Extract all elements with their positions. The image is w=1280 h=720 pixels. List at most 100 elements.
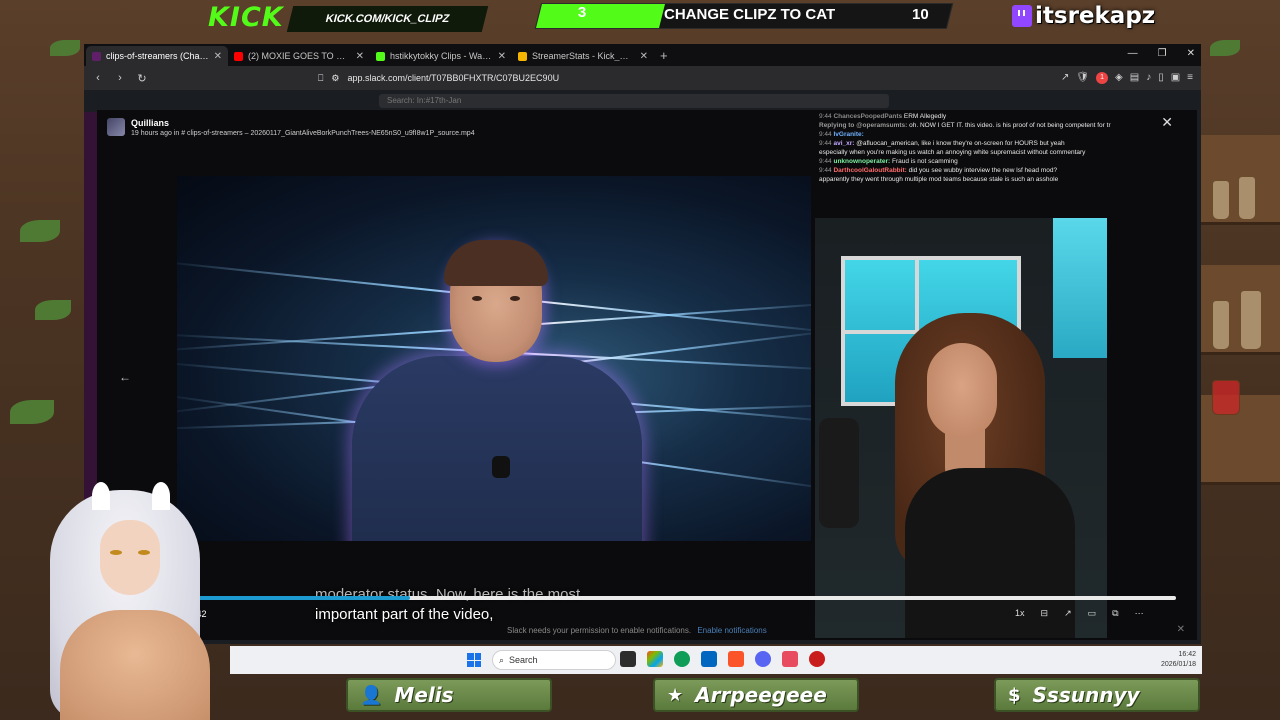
maximize-icon[interactable]: ❐ bbox=[1158, 48, 1167, 59]
discord-icon[interactable] bbox=[755, 651, 771, 667]
close-icon[interactable]: ✕ bbox=[498, 51, 506, 62]
video-progress-bar[interactable] bbox=[194, 596, 1176, 600]
wallet-icon[interactable]: ▣ bbox=[1171, 72, 1180, 84]
twitch-handle-text: itsrekapz bbox=[1035, 3, 1156, 29]
tab-label: StreamerStats - Kick_Clipz Stream Bo bbox=[532, 51, 635, 61]
bookmark-icon[interactable]: ⎕ bbox=[318, 73, 323, 84]
forward-icon[interactable]: › bbox=[114, 72, 126, 84]
app-icon[interactable] bbox=[782, 651, 798, 667]
share-icon[interactable]: ↗ bbox=[1061, 72, 1069, 84]
chat-text: oh. NOW I GET IT. this video. is his pro… bbox=[909, 122, 1111, 129]
copy-icon[interactable]: ⧉ bbox=[1112, 608, 1118, 619]
sub-goal-fill bbox=[536, 4, 665, 28]
kick-url-banner: KICK.COM/KICK_CLIPZ bbox=[286, 6, 489, 32]
reload-icon[interactable]: ↻ bbox=[136, 72, 148, 85]
plant-leaf bbox=[1210, 40, 1240, 56]
tab-strip: clips-of-streamers (Channel) - K ✕ (2) M… bbox=[84, 44, 1201, 66]
brave-shield-icon[interactable]: 🛡 bbox=[1076, 72, 1089, 84]
jar-decor bbox=[1212, 300, 1230, 350]
open-external-icon[interactable]: ↗ bbox=[1064, 608, 1072, 619]
tab-streamerstats[interactable]: StreamerStats - Kick_Clipz Stream Bo ✕ bbox=[512, 46, 654, 66]
clock-time: 16:42 bbox=[1178, 651, 1196, 658]
record-icon[interactable] bbox=[809, 651, 825, 667]
recent-donation-plate: $ Sssunnyy bbox=[994, 678, 1200, 712]
sub-goal-label: CHANGE CLIPZ TO CAT bbox=[664, 6, 836, 23]
close-icon[interactable]: ✕ bbox=[214, 51, 222, 62]
enable-notifications-link[interactable]: Enable notifications bbox=[697, 626, 766, 635]
kick-icon bbox=[376, 51, 385, 61]
cam-microphone bbox=[819, 418, 859, 528]
sidebar-icon[interactable]: ▯ bbox=[1158, 72, 1164, 84]
extension-icon[interactable]: ◈ bbox=[1115, 72, 1123, 84]
chat-message: especially when you're making us watch a… bbox=[819, 148, 1111, 157]
twitch-icon bbox=[1012, 5, 1032, 27]
task-view-icon[interactable] bbox=[620, 651, 636, 667]
chat-message: 9:44 ChancesPoopedPants ERM Allegedly bbox=[819, 112, 1111, 121]
tab-label: (2) MOXIE GOES TO WAR WITH ICE F bbox=[248, 51, 351, 61]
uploader-name[interactable]: Quillians bbox=[131, 118, 475, 128]
captions-icon[interactable]: ⊟ bbox=[1041, 608, 1049, 619]
close-icon[interactable]: ✕ bbox=[1177, 624, 1185, 635]
close-icon[interactable]: ✕ bbox=[356, 51, 364, 62]
chat-username[interactable]: ChancesPoopedPants bbox=[833, 113, 903, 120]
extension-icons: ↗ 🛡 1 ◈ ▤ ♪ ▯ ▣ ≡ bbox=[1061, 72, 1193, 84]
address-bar[interactable]: ⎕ ⚙ app.slack.com/client/T07BB0FHXTR/C07… bbox=[158, 69, 1051, 87]
back-icon[interactable]: ‹ bbox=[92, 72, 104, 84]
person-icon: 👤 bbox=[360, 684, 383, 706]
uploader-info: Quillians 19 hours ago in # clips-of-str… bbox=[107, 118, 475, 137]
edge-icon[interactable] bbox=[674, 651, 690, 667]
stats-icon bbox=[518, 51, 527, 61]
chat-username[interactable]: IvGranite: bbox=[833, 131, 863, 138]
close-icon[interactable]: ✕ bbox=[1161, 114, 1173, 131]
avatar-body bbox=[60, 610, 210, 720]
copilot-icon[interactable] bbox=[647, 651, 663, 667]
tab-slack[interactable]: clips-of-streamers (Channel) - K ✕ bbox=[86, 46, 228, 66]
chat-overlay: 9:44 ChancesPoopedPants ERM Allegedly Rep… bbox=[815, 110, 1115, 220]
windows-start-icon[interactable] bbox=[467, 653, 481, 667]
jar-decor bbox=[1240, 290, 1262, 350]
avatar-eye bbox=[110, 550, 122, 555]
more-icon[interactable]: ⋯ bbox=[1135, 608, 1144, 619]
chat-text: apparently they went through multiple mo… bbox=[819, 176, 1059, 183]
avatar[interactable] bbox=[107, 118, 125, 136]
chat-time: 9:44 bbox=[819, 131, 834, 138]
webcam-feed bbox=[815, 218, 1107, 638]
url-text[interactable]: app.slack.com/client/T07BB0FHXTR/C07BU2E… bbox=[347, 73, 559, 83]
taskbar-search-label: Search bbox=[509, 655, 538, 665]
menu-icon[interactable]: ≡ bbox=[1187, 72, 1193, 84]
close-icon[interactable]: ✕ bbox=[640, 51, 648, 62]
chat-username[interactable]: DarthcoolGaloutRabbit: bbox=[833, 167, 908, 174]
tab-youtube[interactable]: (2) MOXIE GOES TO WAR WITH ICE F ✕ bbox=[228, 46, 370, 66]
speed-button[interactable]: 1x bbox=[1015, 608, 1025, 619]
brave-icon[interactable] bbox=[728, 651, 744, 667]
tab-kick[interactable]: hstikkytokky Clips - Watch Live on K ✕ bbox=[370, 46, 512, 66]
subtitle-line: important part of the video, bbox=[315, 606, 494, 623]
taskbar-search[interactable]: ⌕ Search bbox=[492, 650, 616, 670]
cam-background-light bbox=[1053, 218, 1107, 358]
chat-message: 9:44 unknownoperater: Fraud is not scamm… bbox=[819, 157, 1111, 166]
chat-username[interactable]: avi_xr: bbox=[833, 140, 856, 147]
tab-label: hstikkytokky Clips - Watch Live on K bbox=[390, 51, 493, 61]
close-window-icon[interactable]: ✕ bbox=[1187, 48, 1195, 59]
chat-username[interactable]: unknownoperater: bbox=[833, 158, 892, 165]
arrow-left-icon[interactable]: ← bbox=[119, 370, 131, 384]
tab-label: clips-of-streamers (Channel) - K bbox=[106, 51, 209, 61]
store-icon[interactable] bbox=[701, 651, 717, 667]
new-tab-button[interactable]: + bbox=[654, 46, 674, 66]
chat-username[interactable]: Replying to @operamsumts: bbox=[819, 122, 909, 129]
taskbar-clock[interactable]: 16:42 2026/01/18 bbox=[1161, 650, 1196, 670]
plant-leaf bbox=[10, 400, 54, 424]
speaker-eye bbox=[510, 296, 520, 301]
notification-badge[interactable]: 1 bbox=[1096, 72, 1109, 84]
video-player[interactable] bbox=[177, 176, 811, 541]
site-info-icon[interactable]: ⚙ bbox=[331, 73, 339, 84]
slack-search-input[interactable]: Search: In:#17th-Jan bbox=[379, 94, 889, 108]
streamer-face bbox=[927, 343, 997, 438]
pip-icon[interactable]: ▭ bbox=[1088, 608, 1097, 619]
music-icon[interactable]: ♪ bbox=[1146, 72, 1151, 84]
browser-window: clips-of-streamers (Channel) - K ✕ (2) M… bbox=[84, 44, 1201, 644]
taskbar-apps bbox=[620, 651, 825, 667]
chat-time: 9:44 bbox=[819, 113, 834, 120]
extension-icon[interactable]: ▤ bbox=[1130, 72, 1139, 84]
minimize-icon[interactable]: — bbox=[1128, 48, 1138, 59]
